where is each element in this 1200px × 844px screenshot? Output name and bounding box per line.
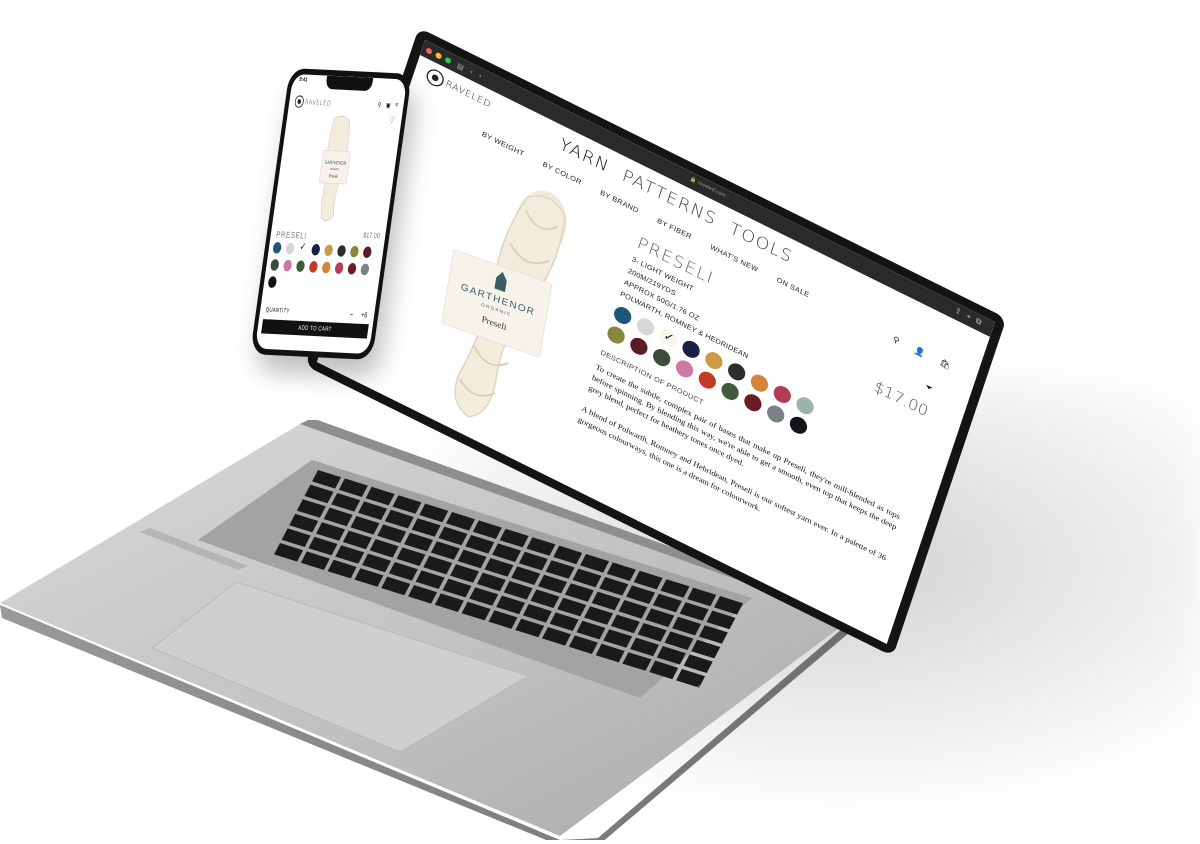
mobile-color-swatch[interactable] [323, 244, 334, 257]
color-swatch[interactable] [611, 303, 634, 328]
mobile-color-swatch[interactable] [360, 263, 370, 276]
mobile-brand-logo[interactable]: RAVELED [294, 95, 332, 109]
color-swatch-selected[interactable] [657, 326, 680, 350]
mobile-color-swatch[interactable] [308, 260, 319, 273]
mobile-header-icons: ⚲ ▣ ≡ [377, 101, 398, 110]
mobile-label-brand: GARTHENOR [324, 159, 346, 166]
forward-icon[interactable]: › [478, 72, 483, 80]
yarn-ball-icon [294, 95, 305, 108]
mobile-color-swatch[interactable] [349, 245, 360, 258]
bag-icon[interactable]: 🛍 [938, 357, 951, 371]
mobile-label-name: Preseli [329, 173, 340, 179]
mobile-color-swatch[interactable] [269, 259, 280, 271]
color-swatch[interactable] [794, 394, 816, 418]
heart-icon[interactable]: ♡ [388, 115, 395, 126]
tabs-icon[interactable]: ⧉ [975, 316, 988, 329]
mobile-color-swatch[interactable] [295, 260, 306, 273]
color-swatch[interactable] [628, 334, 650, 358]
color-swatch[interactable] [673, 357, 696, 381]
subnav-on-sale[interactable]: ON SALE [776, 276, 811, 299]
mobile-product-price: $17.00 [362, 230, 381, 241]
mobile-product-image: GARTHENOR ORGANIC Preseli [318, 115, 351, 222]
color-swatch[interactable] [748, 371, 771, 395]
sidebar-icon[interactable]: ▤ [456, 61, 465, 72]
color-swatch[interactable] [771, 382, 793, 407]
quantity-decrease-button[interactable]: – [349, 310, 353, 319]
search-icon[interactable]: ⚲ [892, 334, 901, 346]
color-swatch[interactable] [696, 368, 719, 392]
mobile-color-swatch[interactable] [282, 259, 293, 272]
color-swatch[interactable] [605, 323, 627, 347]
minimize-window-icon[interactable] [434, 51, 443, 60]
mobile-product-title: PRESELI [275, 229, 308, 241]
phone-notch [325, 75, 374, 92]
quantity-stepper: – +6 [349, 310, 368, 319]
mobile-color-swatch[interactable] [285, 242, 295, 255]
mobile-color-swatch[interactable] [334, 262, 344, 275]
color-swatch[interactable] [725, 360, 748, 384]
mobile-color-swatch-selected[interactable] [298, 243, 308, 256]
add-to-cart-button[interactable]: ADD TO CART [261, 319, 369, 339]
close-window-icon[interactable] [425, 46, 433, 55]
bag-icon[interactable]: ▣ [385, 102, 391, 109]
subnav-by-fiber[interactable]: BY FIBER [656, 217, 692, 241]
mobile-color-swatch[interactable] [321, 261, 332, 274]
mobile-color-swatch[interactable] [272, 241, 283, 254]
mobile-label-sub: ORGANIC [330, 167, 340, 171]
color-swatch[interactable] [787, 413, 810, 437]
mobile-color-swatch[interactable] [362, 246, 373, 259]
color-swatch[interactable] [634, 315, 657, 339]
color-swatch[interactable] [764, 402, 787, 426]
mobile-color-swatch[interactable] [267, 276, 278, 289]
quantity-label: QUANTITY [265, 306, 291, 315]
quantity-increase-button[interactable]: +6 [361, 311, 368, 320]
mobile-color-swatch[interactable] [310, 243, 321, 256]
color-swatch[interactable] [742, 391, 764, 415]
yarn-ball-icon [424, 66, 446, 90]
maximize-window-icon[interactable] [444, 56, 452, 65]
mobile-color-swatch[interactable] [347, 262, 357, 275]
mobile-color-swatch[interactable] [336, 245, 347, 257]
color-swatch[interactable] [650, 346, 673, 370]
mobile-color-swatches [267, 241, 382, 293]
device-mockup-scene: ▤ ‹ › 🔒 raveled.com ⇪+⧉ RAVELED YARN PAT… [0, 0, 1200, 844]
status-time: 9:41 [298, 77, 308, 84]
menu-icon[interactable]: ≡ [395, 102, 399, 110]
color-swatch[interactable] [719, 379, 741, 403]
search-icon[interactable]: ⚲ [377, 101, 382, 109]
back-icon[interactable]: ‹ [469, 68, 474, 76]
account-icon[interactable]: 👤 [913, 345, 926, 359]
color-swatch[interactable] [680, 337, 702, 361]
color-swatch[interactable] [703, 349, 725, 373]
mobile-brand-name: RAVELED [304, 98, 332, 107]
